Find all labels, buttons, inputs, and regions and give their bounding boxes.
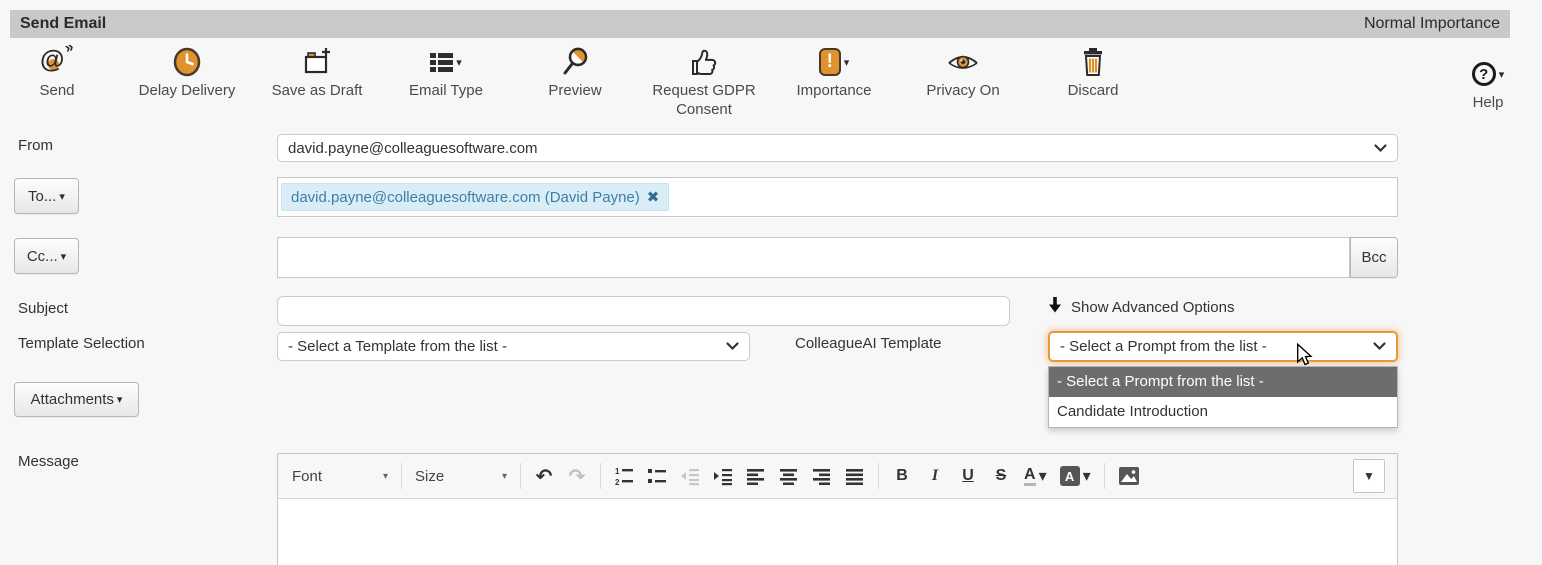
svg-text:2: 2 bbox=[615, 478, 620, 486]
help-button[interactable]: ? ▾ Help bbox=[1428, 56, 1542, 113]
send-at-icon: @» bbox=[40, 38, 76, 74]
send-email-window: Send Email Normal Importance @» Send Del… bbox=[0, 0, 1542, 565]
subject-input[interactable] bbox=[277, 296, 1010, 326]
exclamation-icon: ! ▾ bbox=[769, 44, 899, 80]
save-as-draft-button[interactable]: Save as Draft bbox=[252, 44, 382, 101]
increase-indent-icon[interactable] bbox=[713, 463, 733, 489]
importance-status: Normal Importance bbox=[1363, 15, 1500, 32]
privacy-on-button[interactable]: Privacy On bbox=[898, 44, 1028, 101]
delay-delivery-button[interactable]: Delay Delivery bbox=[122, 44, 252, 101]
email-type-button[interactable]: ▾ Email Type bbox=[381, 44, 511, 101]
font-select[interactable]: Font ▾ bbox=[292, 468, 388, 485]
attachments-button[interactable]: Attachments ▾ bbox=[14, 382, 139, 417]
justify-icon[interactable] bbox=[845, 463, 865, 489]
svg-text:1: 1 bbox=[615, 467, 620, 476]
clock-icon bbox=[122, 44, 252, 80]
italic-icon[interactable]: I bbox=[925, 463, 945, 489]
from-label: From bbox=[18, 137, 53, 154]
mouse-cursor bbox=[1295, 342, 1313, 372]
importance-button[interactable]: ! ▾ Importance bbox=[769, 44, 899, 101]
subject-label: Subject bbox=[18, 300, 69, 317]
size-select[interactable]: Size ▾ bbox=[415, 468, 507, 485]
template-select[interactable]: - Select a Template from the list - bbox=[277, 332, 750, 361]
remove-recipient-icon[interactable]: ✖ bbox=[647, 188, 660, 206]
to-button[interactable]: To... ▾ bbox=[14, 178, 79, 214]
discard-button[interactable]: Discard bbox=[1028, 44, 1158, 101]
from-select[interactable]: david.payne@colleaguesoftware.com bbox=[277, 134, 1398, 162]
toolbar-collapse-button[interactable]: ▼ bbox=[1353, 459, 1385, 493]
send-button[interactable]: @» Send bbox=[0, 38, 122, 101]
thumbs-up-icon bbox=[639, 44, 769, 80]
dropdown-option[interactable]: Candidate Introduction bbox=[1049, 397, 1397, 427]
chevron-down-icon bbox=[726, 338, 739, 355]
numbered-list-icon[interactable]: 12 bbox=[614, 463, 634, 489]
align-right-icon[interactable] bbox=[812, 463, 832, 489]
align-left-icon[interactable] bbox=[746, 463, 766, 489]
page-title: Send Email bbox=[20, 15, 107, 32]
cc-button[interactable]: Cc... ▾ bbox=[14, 238, 79, 274]
message-label: Message bbox=[18, 453, 79, 470]
align-center-icon[interactable] bbox=[779, 463, 799, 489]
list-icon: ▾ bbox=[381, 44, 511, 80]
request-gdpr-consent-button[interactable]: Request GDPR Consent bbox=[639, 44, 769, 120]
background-color-icon[interactable]: A ▾ bbox=[1059, 463, 1091, 489]
colleagueai-template-label: ColleagueAI Template bbox=[795, 335, 942, 352]
window-titlebar: Send Email Normal Importance bbox=[10, 10, 1510, 38]
message-editor: Font ▾ Size ▾ ↶ ↷ 12 B I U S A ▾ A ▾ ▼ bbox=[277, 453, 1398, 565]
redo-icon[interactable]: ↷ bbox=[567, 463, 587, 489]
preview-button[interactable]: Preview bbox=[510, 44, 640, 101]
draft-box-icon bbox=[252, 44, 382, 80]
cc-input[interactable] bbox=[277, 237, 1350, 278]
to-recipient-chip[interactable]: david.payne@colleaguesoftware.com (David… bbox=[281, 183, 670, 211]
dropdown-option[interactable]: - Select a Prompt from the list - bbox=[1049, 367, 1397, 397]
eye-icon bbox=[898, 44, 1028, 80]
decrease-indent-icon[interactable] bbox=[680, 463, 700, 489]
editor-toolbar: Font ▾ Size ▾ ↶ ↷ 12 B I U S A ▾ A ▾ ▼ bbox=[278, 454, 1397, 499]
undo-icon[interactable]: ↶ bbox=[534, 463, 554, 489]
help-icon: ? ▾ bbox=[1428, 56, 1542, 92]
ai-prompt-dropdown: - Select a Prompt from the list - Candid… bbox=[1048, 366, 1398, 428]
show-advanced-options-toggle[interactable]: Show Advanced Options bbox=[1048, 297, 1234, 317]
strikethrough-icon[interactable]: S bbox=[991, 463, 1011, 489]
chevron-down-icon bbox=[1373, 338, 1386, 355]
magnifier-icon bbox=[510, 44, 640, 80]
bcc-button[interactable]: Bcc bbox=[1350, 237, 1398, 278]
trash-icon bbox=[1028, 44, 1158, 80]
ai-prompt-select[interactable]: - Select a Prompt from the list - bbox=[1048, 331, 1398, 362]
bullet-list-icon[interactable] bbox=[647, 463, 667, 489]
arrow-down-icon bbox=[1048, 297, 1062, 317]
message-body-input[interactable] bbox=[278, 499, 1397, 565]
chevron-down-icon bbox=[1374, 140, 1387, 157]
bold-icon[interactable]: B bbox=[892, 463, 912, 489]
underline-icon[interactable]: U bbox=[958, 463, 978, 489]
text-color-icon[interactable]: A ▾ bbox=[1024, 463, 1047, 489]
insert-image-icon[interactable] bbox=[1118, 463, 1140, 489]
template-selection-label: Template Selection bbox=[18, 335, 145, 352]
